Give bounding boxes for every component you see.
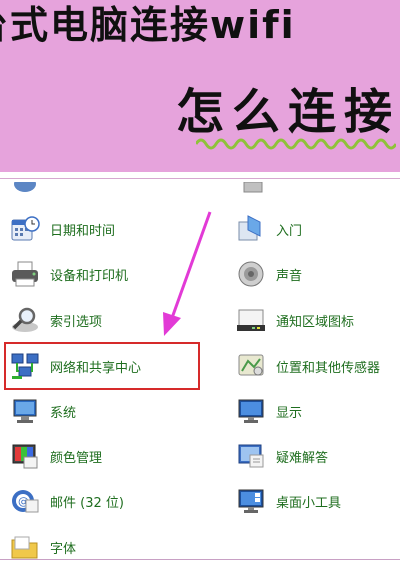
cp-item-label: 疑难解答 (276, 450, 329, 466)
cp-item-troubleshooting[interactable]: 疑难解答 (236, 438, 328, 474)
gadgets-icon (236, 486, 266, 516)
partial-icon (243, 182, 263, 193)
cp-item-label: 桌面小工具 (276, 495, 342, 511)
getting-started-icon (236, 214, 266, 244)
cp-item-label: 颜色管理 (50, 450, 103, 466)
divider (0, 178, 400, 179)
cp-item-label: 邮件 (32 位) (50, 495, 124, 511)
speaker-icon (236, 259, 266, 289)
notification-area-icon (236, 305, 266, 335)
cp-item-label: 日期和时间 (50, 223, 116, 239)
cp-item-label: 通知区域图标 (276, 314, 355, 330)
cp-item-mail-32bit[interactable]: @ 邮件 (32 位) (10, 483, 124, 519)
font-folder-icon (10, 532, 40, 562)
cp-item-indexing-options[interactable]: 索引选项 (10, 302, 102, 338)
cp-item-desktop-gadgets[interactable]: 桌面小工具 (236, 483, 341, 519)
cp-item-label: 设备和打印机 (50, 268, 129, 284)
cp-item-devices-printers[interactable]: 设备和打印机 (10, 256, 128, 292)
cp-item-notification-area-icons[interactable]: 通知区域图标 (236, 302, 354, 338)
cp-item-location-sensors[interactable]: 位置和其他传感器 (236, 348, 380, 384)
cp-item-system[interactable]: 系统 (10, 393, 76, 429)
cp-item-display[interactable]: 显示 (236, 393, 302, 429)
magnifier-icon (10, 305, 40, 335)
cp-item-label: 显示 (276, 405, 303, 421)
partial-icon (14, 182, 36, 192)
troubleshooting-icon (236, 441, 266, 471)
bottom-divider (0, 559, 400, 560)
squiggle-underline-icon (196, 138, 396, 150)
network-highlight-box (4, 342, 200, 390)
location-sensor-icon (236, 351, 266, 381)
cp-item-label: 系统 (50, 405, 77, 421)
cp-item-date-time[interactable]: 日期和时间 (10, 211, 115, 247)
banner-title-line1: 台式电脑连接wifi (0, 3, 296, 47)
calendar-clock-icon (10, 214, 40, 244)
printer-icon (10, 259, 40, 289)
banner-title-line2: 怎么连接 (176, 84, 400, 140)
computer-icon (10, 396, 40, 426)
cp-item-color-management[interactable]: 颜色管理 (10, 438, 102, 474)
banner-gap (0, 172, 400, 182)
cp-item-label: 声音 (276, 268, 303, 284)
title-banner: 台式电脑连接wifi 怎么连接 (0, 0, 400, 172)
cp-item-label: 字体 (50, 541, 77, 557)
cp-item-getting-started[interactable]: 入门 (236, 211, 302, 247)
cp-item-label: 索引选项 (50, 314, 103, 330)
color-management-icon (10, 441, 40, 471)
cp-item-sound[interactable]: 声音 (236, 256, 302, 292)
mail-icon: @ (10, 486, 40, 516)
display-icon (236, 396, 266, 426)
cp-item-label: 位置和其他传感器 (276, 360, 381, 376)
cp-item-label: 入门 (276, 223, 303, 239)
